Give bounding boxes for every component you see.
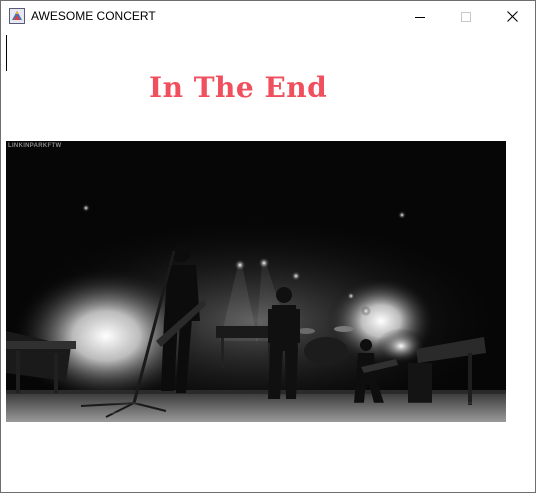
minimize-icon [415,12,425,22]
minimize-button[interactable] [397,1,443,32]
app-window: AWESOME CONCERT In The End LINKINPARKFTW [0,0,536,493]
content-pane: In The End LINKINPARKFTW [1,32,535,492]
maximize-button[interactable] [443,1,489,32]
photo-watermark: LINKINPARKFTW [8,143,62,149]
close-icon [506,11,518,22]
text-caret [6,35,7,71]
window-title: AWESOME CONCERT [31,9,156,23]
song-title: In The End [149,71,328,104]
java-app-icon [9,8,25,24]
maximize-icon [461,11,471,22]
title-bar[interactable]: AWESOME CONCERT [1,1,535,32]
close-button[interactable] [489,1,535,32]
concert-photo: LINKINPARKFTW [6,141,506,422]
